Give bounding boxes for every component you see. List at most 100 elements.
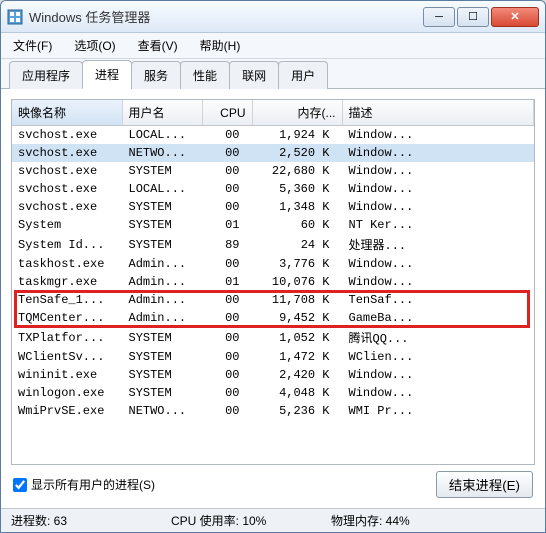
cell-memory: 24 K <box>252 234 342 255</box>
tab-performance[interactable]: 性能 <box>180 61 230 89</box>
table-row[interactable]: wininit.exeSYSTEM002,420 KWindow... <box>12 366 534 384</box>
cell-cpu: 00 <box>202 126 252 145</box>
cell-user: SYSTEM <box>122 384 202 402</box>
cell-image: svchost.exe <box>12 162 122 180</box>
cell-image: TQMCenter... <box>12 309 122 327</box>
cell-image: svchost.exe <box>12 126 122 145</box>
col-image-name[interactable]: 映像名称 <box>12 100 122 126</box>
col-memory[interactable]: 内存(... <box>252 100 342 126</box>
tab-services[interactable]: 服务 <box>131 61 181 89</box>
cell-memory: 10,076 K <box>252 273 342 291</box>
show-all-users-checkbox[interactable]: 显示所有用户的进程(S) <box>13 476 155 493</box>
cell-image: svchost.exe <box>12 144 122 162</box>
cell-cpu: 00 <box>202 327 252 348</box>
table-row[interactable]: svchost.exeSYSTEM0022,680 KWindow... <box>12 162 534 180</box>
tab-users[interactable]: 用户 <box>278 61 328 89</box>
cell-user: Admin... <box>122 273 202 291</box>
process-list[interactable]: 映像名称 用户名 CPU 内存(... 描述 svchost.exeLOCAL.… <box>11 99 535 465</box>
cell-cpu: 00 <box>202 348 252 366</box>
tab-applications[interactable]: 应用程序 <box>9 61 83 89</box>
table-row[interactable]: TenSafe_1...Admin...0011,708 KTenSaf... <box>12 291 534 309</box>
table-row[interactable]: taskhost.exeAdmin...003,776 KWindow... <box>12 255 534 273</box>
cell-cpu: 00 <box>202 309 252 327</box>
task-manager-window: Windows 任务管理器 ─ ☐ ✕ 文件(F) 选项(O) 查看(V) 帮助… <box>0 0 546 533</box>
col-cpu[interactable]: CPU <box>202 100 252 126</box>
cell-cpu: 00 <box>202 198 252 216</box>
cell-cpu: 00 <box>202 366 252 384</box>
table-row[interactable]: WmiPrvSE.exeNETWO...005,236 KWMI Pr... <box>12 402 534 420</box>
cell-cpu: 00 <box>202 255 252 273</box>
tab-processes[interactable]: 进程 <box>82 60 132 89</box>
content-area: 映像名称 用户名 CPU 内存(... 描述 svchost.exeLOCAL.… <box>1 89 545 508</box>
table-row[interactable]: svchost.exeLOCAL...001,924 KWindow... <box>12 126 534 145</box>
process-table: 映像名称 用户名 CPU 内存(... 描述 svchost.exeLOCAL.… <box>12 100 534 420</box>
cell-cpu: 00 <box>202 291 252 309</box>
cell-image: WmiPrvSE.exe <box>12 402 122 420</box>
end-process-button[interactable]: 结束进程(E) <box>436 471 533 498</box>
status-cpu-usage: CPU 使用率: 10% <box>171 512 291 529</box>
table-row[interactable]: winlogon.exeSYSTEM004,048 KWindow... <box>12 384 534 402</box>
table-row[interactable]: WClientSv...SYSTEM001,472 KWClien... <box>12 348 534 366</box>
cell-cpu: 01 <box>202 273 252 291</box>
cell-image: TXPlatfor... <box>12 327 122 348</box>
cell-desc: Window... <box>342 126 534 145</box>
cell-desc: GameBa... <box>342 309 534 327</box>
cell-cpu: 00 <box>202 402 252 420</box>
show-all-users-label: 显示所有用户的进程(S) <box>31 476 155 493</box>
cell-user: SYSTEM <box>122 216 202 234</box>
table-row[interactable]: System Id...SYSTEM8924 K处理器... <box>12 234 534 255</box>
cell-image: WClientSv... <box>12 348 122 366</box>
cell-memory: 5,360 K <box>252 180 342 198</box>
cell-desc: Window... <box>342 384 534 402</box>
tabbar: 应用程序 进程 服务 性能 联网 用户 <box>1 59 545 89</box>
cell-desc: 处理器... <box>342 234 534 255</box>
cell-user: LOCAL... <box>122 126 202 145</box>
cell-memory: 1,052 K <box>252 327 342 348</box>
cell-image: TenSafe_1... <box>12 291 122 309</box>
minimize-button[interactable]: ─ <box>423 7 455 27</box>
cell-image: System Id... <box>12 234 122 255</box>
close-button[interactable]: ✕ <box>491 7 539 27</box>
col-user[interactable]: 用户名 <box>122 100 202 126</box>
table-header-row: 映像名称 用户名 CPU 内存(... 描述 <box>12 100 534 126</box>
cell-user: SYSTEM <box>122 198 202 216</box>
process-actions: 显示所有用户的进程(S) 结束进程(E) <box>11 465 535 498</box>
cell-desc: WMI Pr... <box>342 402 534 420</box>
cell-user: SYSTEM <box>122 366 202 384</box>
cell-image: wininit.exe <box>12 366 122 384</box>
menu-help[interactable]: 帮助(H) <box>196 35 245 56</box>
table-row[interactable]: TXPlatfor...SYSTEM001,052 K腾讯QQ... <box>12 327 534 348</box>
cell-user: NETWO... <box>122 402 202 420</box>
cell-memory: 1,472 K <box>252 348 342 366</box>
cell-memory: 60 K <box>252 216 342 234</box>
cell-memory: 1,348 K <box>252 198 342 216</box>
cell-desc: WClien... <box>342 348 534 366</box>
tab-network[interactable]: 联网 <box>229 61 279 89</box>
table-row[interactable]: svchost.exeLOCAL...005,360 KWindow... <box>12 180 534 198</box>
menu-options[interactable]: 选项(O) <box>70 35 119 56</box>
maximize-button[interactable]: ☐ <box>457 7 489 27</box>
cell-desc: Window... <box>342 144 534 162</box>
show-all-users-input[interactable] <box>13 478 27 492</box>
cell-desc: Window... <box>342 255 534 273</box>
cell-desc: Window... <box>342 366 534 384</box>
cell-memory: 9,452 K <box>252 309 342 327</box>
cell-desc: 腾讯QQ... <box>342 327 534 348</box>
cell-desc: Window... <box>342 198 534 216</box>
col-description[interactable]: 描述 <box>342 100 534 126</box>
status-memory-usage: 物理内存: 44% <box>331 512 451 529</box>
cell-cpu: 00 <box>202 162 252 180</box>
titlebar[interactable]: Windows 任务管理器 ─ ☐ ✕ <box>1 1 545 33</box>
cell-image: winlogon.exe <box>12 384 122 402</box>
table-row[interactable]: svchost.exeNETWO...002,520 KWindow... <box>12 144 534 162</box>
cell-image: svchost.exe <box>12 198 122 216</box>
cell-memory: 2,420 K <box>252 366 342 384</box>
menu-file[interactable]: 文件(F) <box>9 35 56 56</box>
table-row[interactable]: taskmgr.exeAdmin...0110,076 KWindow... <box>12 273 534 291</box>
menu-view[interactable]: 查看(V) <box>134 35 182 56</box>
table-row[interactable]: svchost.exeSYSTEM001,348 KWindow... <box>12 198 534 216</box>
table-row[interactable]: TQMCenter...Admin...009,452 KGameBa... <box>12 309 534 327</box>
cell-memory: 4,048 K <box>252 384 342 402</box>
table-row[interactable]: SystemSYSTEM0160 KNT Ker... <box>12 216 534 234</box>
cell-user: SYSTEM <box>122 327 202 348</box>
